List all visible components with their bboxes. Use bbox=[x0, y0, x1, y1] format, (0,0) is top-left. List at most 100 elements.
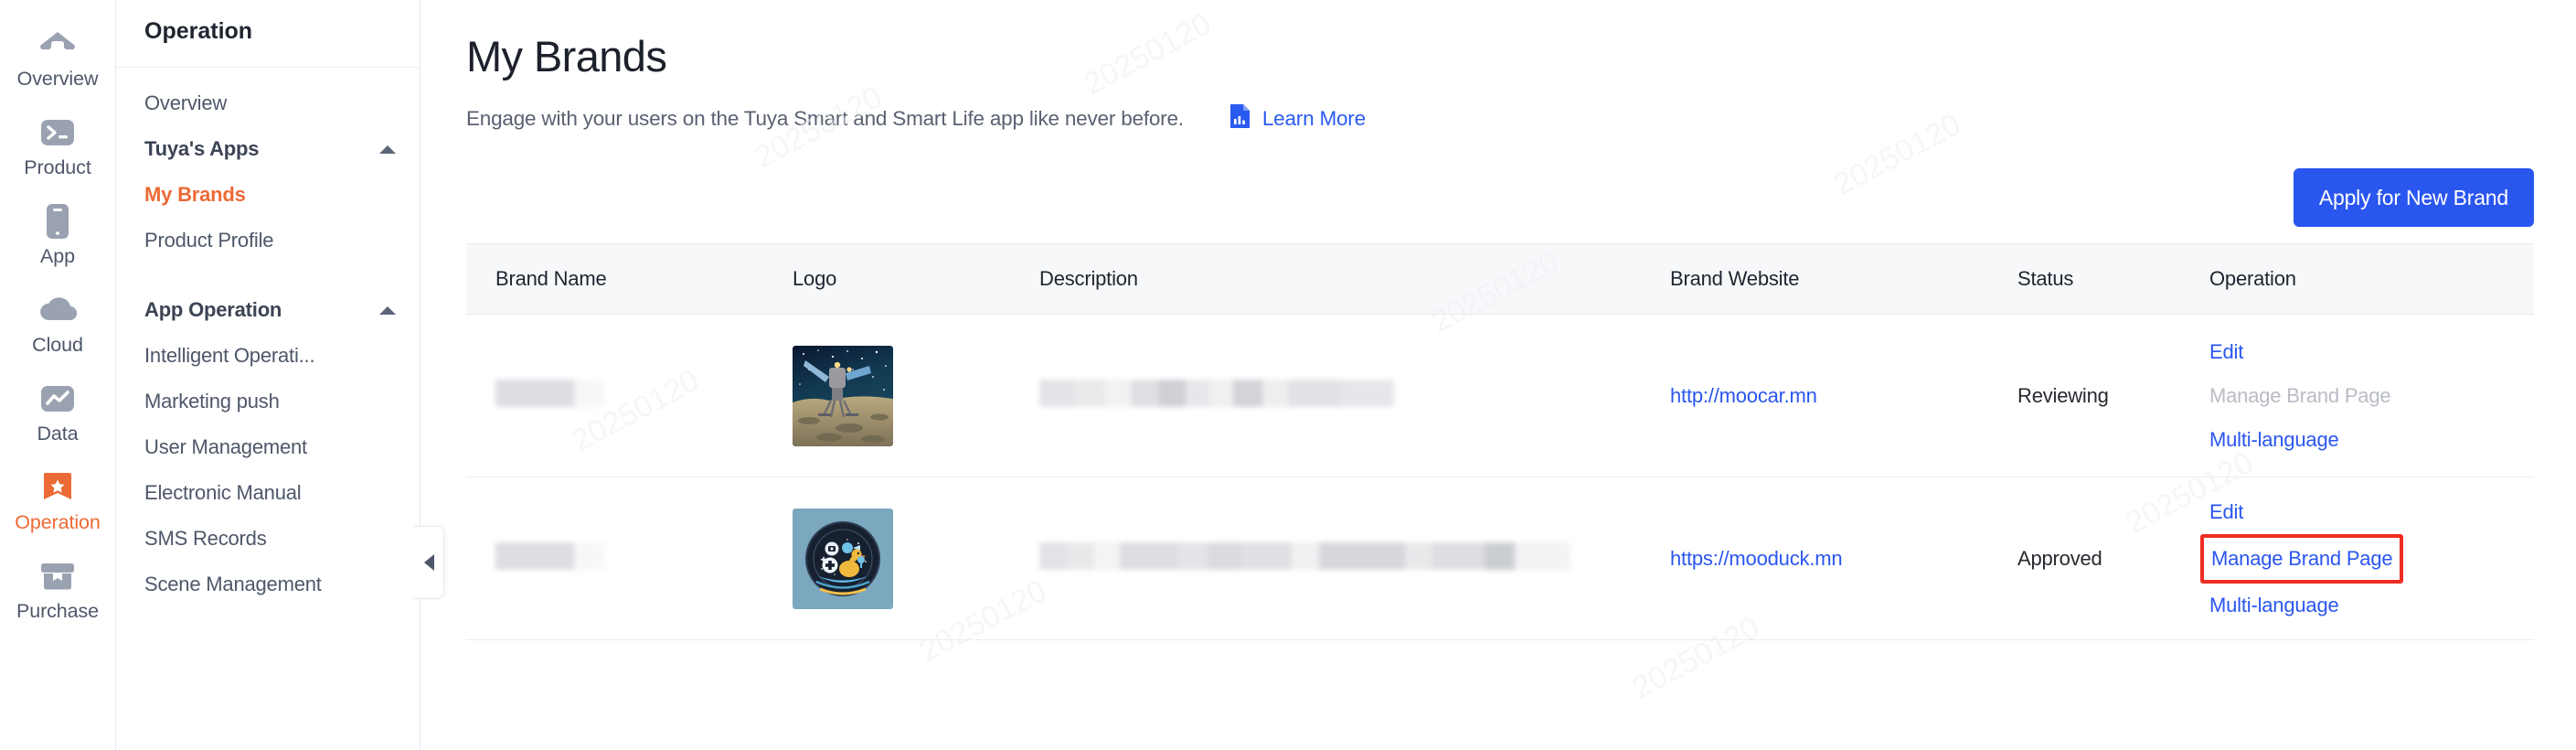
subnav-item-product-profile[interactable]: Product Profile bbox=[116, 218, 420, 263]
chevron-up-icon bbox=[379, 305, 396, 315]
subnav-label: Tuya's Apps bbox=[144, 137, 260, 160]
cell-brand-name bbox=[466, 314, 763, 477]
secondary-sidebar: Operation Overview Tuya's Apps My Brands… bbox=[116, 0, 420, 750]
subnav-label: Electronic Manual bbox=[144, 481, 302, 504]
status-badge: Approved bbox=[2017, 546, 2102, 570]
manage-brand-page-link: Manage Brand Page bbox=[2209, 383, 2391, 407]
subnav-group-tuyas-apps[interactable]: Tuya's Apps bbox=[116, 126, 420, 172]
rail-item-operation[interactable]: Operation bbox=[0, 456, 115, 545]
subnav-label: Product Profile bbox=[144, 229, 274, 252]
edit-link[interactable]: Edit bbox=[2209, 330, 2534, 374]
cell-status: Approved bbox=[1988, 477, 2180, 640]
cell-description bbox=[1010, 314, 1641, 477]
redacted-description bbox=[1039, 379, 1394, 407]
bookmark-star-icon bbox=[41, 467, 74, 508]
subnav-spacer bbox=[116, 263, 420, 287]
status-badge: Reviewing bbox=[2017, 383, 2109, 407]
subnav-label: Scene Management bbox=[144, 573, 322, 595]
learn-more-label: Learn More bbox=[1261, 106, 1366, 130]
rail-item-overview[interactable]: Overview bbox=[0, 13, 115, 102]
chevron-left-icon bbox=[423, 554, 434, 571]
rail-label: Cloud bbox=[32, 334, 83, 356]
rail-label: Product bbox=[24, 156, 91, 178]
table-body: http://moocar.mn Reviewing Edit Manage B… bbox=[466, 314, 2534, 640]
subnav-label: User Management bbox=[144, 435, 307, 458]
column-header-brand-website: Brand Website bbox=[1641, 243, 1988, 315]
column-header-description: Description bbox=[1010, 243, 1641, 315]
subnav-label: Intelligent Operati... bbox=[144, 344, 315, 367]
box-icon bbox=[39, 556, 76, 596]
redacted-brand-name bbox=[495, 541, 605, 570]
subnav-item-intelligent-operation[interactable]: Intelligent Operati... bbox=[116, 333, 420, 379]
table-row: https://mooduck.mn Approved Edit Manage … bbox=[466, 477, 2534, 640]
page-subtitle-row: Engage with your users on the Tuya Smart… bbox=[466, 103, 2534, 134]
sidebar-collapse-button[interactable] bbox=[414, 526, 444, 599]
cell-description bbox=[1010, 477, 1641, 640]
main-content: My Brands Engage with your users on the … bbox=[420, 0, 2576, 750]
primary-sidebar: Overview Product App Cloud Data Operatio… bbox=[0, 0, 116, 750]
redacted-brand-name bbox=[495, 379, 605, 407]
subnav-list: Overview Tuya's Apps My Brands Product P… bbox=[116, 68, 420, 607]
rail-item-app[interactable]: App bbox=[0, 190, 115, 279]
cell-brand-name bbox=[466, 477, 763, 640]
apply-for-new-brand-button[interactable]: Apply for New Brand bbox=[2293, 168, 2534, 227]
rail-label: Overview bbox=[16, 68, 99, 90]
redacted-description bbox=[1039, 541, 1570, 570]
rail-label: Data bbox=[37, 423, 79, 445]
cell-brand-website: https://mooduck.mn bbox=[1641, 477, 1988, 640]
multi-language-link[interactable]: Multi-language bbox=[2209, 418, 2534, 462]
subnav-item-marketing-push[interactable]: Marketing push bbox=[116, 379, 420, 424]
cell-status: Reviewing bbox=[1988, 314, 2180, 477]
column-header-brand-name: Brand Name bbox=[466, 243, 763, 315]
page-description: Engage with your users on the Tuya Smart… bbox=[466, 106, 1184, 130]
cloud-icon bbox=[38, 290, 77, 330]
brands-table: Brand Name Logo Description Brand Websit… bbox=[466, 243, 2534, 640]
subnav-item-user-management[interactable]: User Management bbox=[116, 424, 420, 470]
subnav-item-scene-management[interactable]: Scene Management bbox=[116, 562, 420, 607]
learn-more-link[interactable]: Learn More bbox=[1229, 103, 1366, 134]
table-toolbar: Apply for New Brand bbox=[466, 166, 2534, 229]
rail-label: Purchase bbox=[16, 600, 100, 622]
table-header-row: Brand Name Logo Description Brand Websit… bbox=[466, 243, 2534, 315]
terminal-icon bbox=[40, 112, 75, 153]
cell-operation: Edit Manage Brand Page Multi-language bbox=[2180, 314, 2534, 477]
subnav-item-electronic-manual[interactable]: Electronic Manual bbox=[116, 470, 420, 516]
document-chart-icon bbox=[1229, 103, 1251, 134]
rail-label: App bbox=[40, 245, 75, 267]
subnav-label: Overview bbox=[144, 91, 228, 114]
column-header-logo: Logo bbox=[763, 243, 1010, 315]
rail-item-data[interactable]: Data bbox=[0, 368, 115, 456]
cell-brand-website: http://moocar.mn bbox=[1641, 314, 1988, 477]
brand-logo-thumbnail[interactable] bbox=[793, 508, 893, 609]
subnav-item-overview[interactable]: Overview bbox=[116, 80, 420, 126]
brand-website-link[interactable]: https://mooduck.mn bbox=[1670, 547, 1843, 570]
rail-item-cloud[interactable]: Cloud bbox=[0, 279, 115, 368]
subnav-title: Operation bbox=[116, 0, 420, 68]
subnav-label: My Brands bbox=[144, 183, 246, 206]
table-row: http://moocar.mn Reviewing Edit Manage B… bbox=[466, 314, 2534, 477]
phone-icon bbox=[45, 201, 70, 241]
cell-logo bbox=[763, 477, 1010, 640]
rail-item-product[interactable]: Product bbox=[0, 102, 115, 190]
subnav-item-my-brands[interactable]: My Brands bbox=[116, 172, 420, 218]
brand-logo-thumbnail[interactable] bbox=[793, 345, 893, 446]
page-title: My Brands bbox=[466, 32, 667, 80]
subnav-label: Marketing push bbox=[144, 390, 280, 412]
subnav-group-app-operation[interactable]: App Operation bbox=[116, 287, 420, 333]
column-header-status: Status bbox=[1988, 243, 2180, 315]
cell-operation: Edit Manage Brand Page Multi-language bbox=[2180, 477, 2534, 640]
chart-line-icon bbox=[40, 379, 75, 419]
home-icon bbox=[39, 24, 76, 64]
brand-website-link[interactable]: http://moocar.mn bbox=[1670, 384, 1817, 407]
edit-link[interactable]: Edit bbox=[2209, 490, 2534, 534]
subnav-item-sms-records[interactable]: SMS Records bbox=[116, 516, 420, 562]
cell-logo bbox=[763, 314, 1010, 477]
chevron-up-icon bbox=[379, 145, 396, 154]
rail-item-purchase[interactable]: Purchase bbox=[0, 545, 115, 634]
app-root: 20250120 20250120 20250120 20250120 2025… bbox=[0, 0, 2576, 750]
multi-language-link[interactable]: Multi-language bbox=[2209, 584, 2534, 627]
manage-brand-page-link[interactable]: Manage Brand Page bbox=[2200, 533, 2404, 584]
subnav-label: SMS Records bbox=[144, 527, 267, 550]
table-head: Brand Name Logo Description Brand Websit… bbox=[466, 243, 2534, 315]
column-header-operation: Operation bbox=[2180, 243, 2534, 315]
